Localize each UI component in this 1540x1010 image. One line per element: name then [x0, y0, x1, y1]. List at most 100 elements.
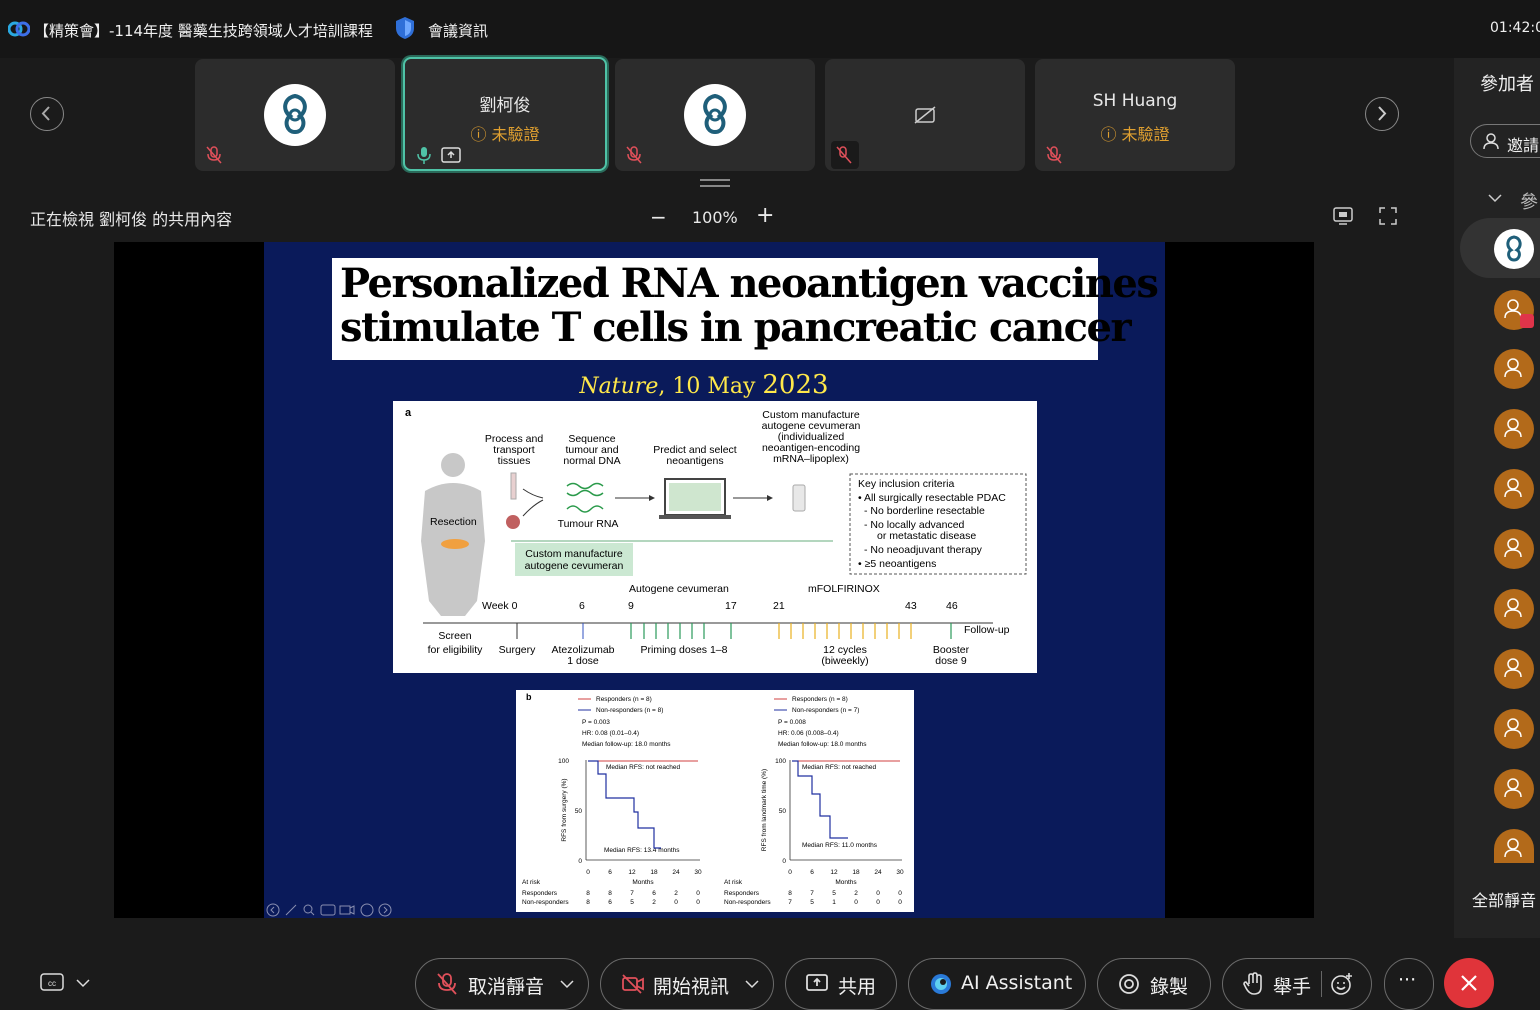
median-rfs-non-responders: Median RFS: 11.0 months: [802, 842, 878, 849]
invite-button[interactable]: 邀請: [1470, 124, 1540, 158]
week-tick: 43: [905, 600, 917, 612]
chevron-down-icon[interactable]: [1488, 193, 1502, 203]
participant-avatar[interactable]: [1494, 290, 1534, 330]
fit-to-window-icon[interactable]: [1333, 207, 1353, 225]
x-tick: 0: [788, 869, 792, 876]
risk-count: 5: [810, 899, 814, 906]
closed-captions-icon[interactable]: cc: [40, 973, 64, 993]
x-tick: 12: [830, 869, 838, 876]
prev-participants-button[interactable]: [30, 97, 64, 131]
citation-year: 2023: [762, 370, 829, 400]
participant-avatar[interactable]: [1494, 649, 1534, 689]
zoom-in-button[interactable]: +: [756, 203, 774, 228]
leave-meeting-button[interactable]: [1444, 958, 1494, 1008]
record-label: 錄製: [1150, 976, 1189, 998]
risk-count: 2: [854, 890, 858, 897]
risk-count: 8: [608, 890, 612, 897]
participant-tile[interactable]: SH Huang ⓘ 未驗證: [1035, 59, 1235, 171]
risk-count: 2: [674, 890, 678, 897]
timeline-label: 1 dose: [567, 655, 599, 667]
close-icon: [1461, 975, 1477, 991]
x-tick: 0: [586, 869, 590, 876]
prev-slide-icon: [266, 903, 280, 917]
criteria-item: or metastatic disease: [877, 530, 976, 542]
more-options-button[interactable]: ···: [1384, 958, 1434, 1010]
next-slide-icon: [378, 903, 392, 917]
participant-avatar[interactable]: [1494, 829, 1534, 863]
person-icon: [1504, 598, 1522, 618]
participant-avatar[interactable]: [1494, 469, 1534, 509]
question-circle-icon: ⓘ: [470, 125, 492, 144]
x-tick: 18: [852, 869, 860, 876]
x-tick: 24: [874, 869, 882, 876]
shield-icon[interactable]: [395, 16, 415, 40]
participant-avatar[interactable]: [1494, 229, 1534, 269]
chevron-down-icon[interactable]: [560, 979, 574, 989]
unverified-label: 未驗證: [491, 125, 540, 144]
meeting-info-link[interactable]: 會議資訊: [428, 20, 488, 41]
chevron-down-icon[interactable]: [76, 978, 90, 988]
share-screen-icon: [806, 974, 828, 991]
step-label: mRNA–lipoplex): [773, 453, 849, 465]
y-tick: 100: [558, 758, 569, 765]
record-button[interactable]: 錄製: [1097, 958, 1211, 1010]
unverified-status: ⓘ 未驗證: [1035, 121, 1235, 145]
mic-icon: [417, 147, 431, 164]
criteria-item: • ≥5 neoantigens: [858, 558, 936, 570]
participant-avatar[interactable]: [1494, 529, 1534, 569]
participant-avatar[interactable]: [1494, 709, 1534, 749]
participant-avatar[interactable]: [1494, 409, 1534, 449]
km-plot-left: Responders (n = 8) Non-responders (n = 8…: [522, 696, 702, 906]
risk-count: 0: [876, 890, 880, 897]
zoom-out-button[interactable]: −: [650, 205, 667, 229]
participant-avatar[interactable]: [1494, 769, 1534, 809]
fullscreen-icon[interactable]: [1379, 207, 1397, 225]
vial-icon: [792, 484, 806, 512]
participant-tile[interactable]: [615, 59, 815, 171]
participant-tile[interactable]: [195, 59, 395, 171]
start-video-button[interactable]: 開始視訊: [600, 958, 774, 1010]
next-participants-button[interactable]: [1365, 97, 1399, 131]
meeting-title: 【精策會】-114年度 醫藥生技跨領域人才培訓課程: [34, 22, 373, 40]
unmute-button[interactable]: 取消靜音: [415, 958, 589, 1010]
chevron-down-icon[interactable]: [745, 979, 759, 989]
y-axis-label: RFS from landmark time (%): [761, 769, 768, 851]
mic-lock-badge: [831, 141, 859, 169]
risk-count: 8: [788, 890, 792, 897]
at-risk-row-label: Responders: [522, 890, 558, 897]
criteria-item: • All surgically resectable PDAC: [858, 492, 1006, 504]
x-axis-label: Months: [835, 879, 857, 886]
drag-handle-icon[interactable]: [700, 179, 730, 187]
slide-title-box: Personalized RNA neoantigen vaccines sti…: [332, 258, 1159, 360]
custom-box-label: autogene cevumeran: [525, 560, 624, 572]
participant-avatar[interactable]: [1494, 349, 1534, 389]
ai-assistant-button[interactable]: AI Assistant: [908, 958, 1086, 1010]
week-label: Week 0: [482, 600, 518, 612]
meeting-clock: 01:42:0: [1490, 20, 1540, 36]
participants-section-label: 參: [1520, 192, 1538, 213]
participant-avatar[interactable]: [1494, 589, 1534, 629]
slide-show-toolbar[interactable]: [266, 903, 396, 917]
muted-mic-icon: [437, 973, 457, 995]
custom-box-label: Custom manufacture: [525, 548, 623, 560]
timeline-label: (biweekly): [821, 655, 868, 667]
reaction-emoji-icon[interactable]: [1330, 972, 1354, 996]
citation-date: , 10 May: [658, 374, 763, 399]
risk-count: 5: [630, 899, 634, 906]
participant-tile-active[interactable]: 劉柯俊 ⓘ 未驗證: [403, 57, 607, 171]
magnifier-icon: [303, 904, 313, 914]
at-risk-row-label: Non-responders: [724, 899, 771, 906]
raise-hand-button[interactable]: 舉手: [1222, 958, 1372, 1010]
x-tick: 6: [608, 869, 612, 876]
person-icon: [1504, 538, 1522, 558]
share-label: 共用: [838, 976, 877, 998]
panel-label-b: b: [526, 692, 532, 702]
mute-all-button[interactable]: 全部靜音: [1472, 887, 1536, 911]
at-risk-row-label: Non-responders: [522, 899, 569, 906]
share-button[interactable]: 共用: [785, 958, 897, 1010]
ai-assistant-icon: [931, 974, 951, 994]
at-risk-label: At risk: [724, 879, 743, 886]
step-label: neoantigens: [666, 455, 723, 467]
participant-tile[interactable]: [825, 59, 1025, 171]
journal-name: Nature: [579, 374, 659, 399]
